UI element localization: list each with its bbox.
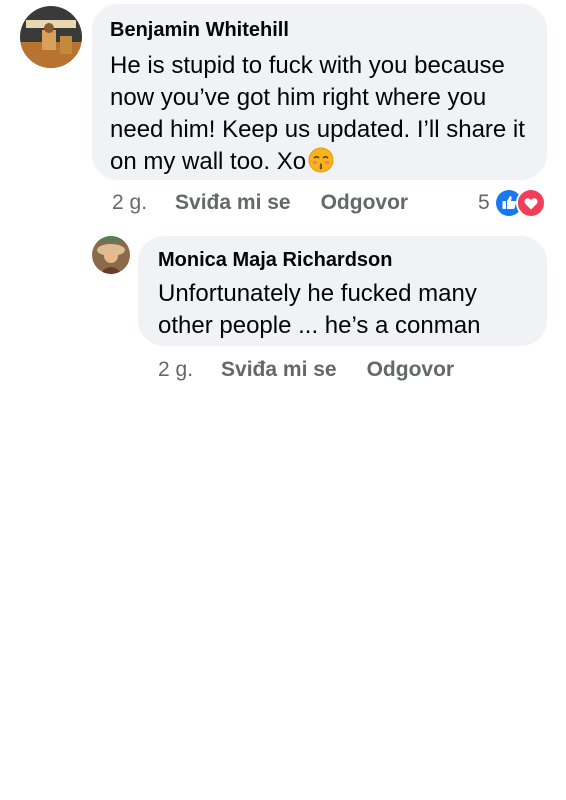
kissing-face-emoji-icon <box>308 147 334 173</box>
reply-like-button[interactable]: Sviđa mi se <box>221 358 337 382</box>
reply-actions: 2 g. Sviđa mi se Odgovor <box>158 355 454 385</box>
avatar-benjamin[interactable] <box>20 6 82 68</box>
avatar-image <box>20 6 82 68</box>
comment-reply-button[interactable]: Odgovor <box>321 191 409 215</box>
comment-author[interactable]: Benjamin Whitehill <box>110 18 529 42</box>
reply-text: Unfortunately he fucked many other peopl… <box>158 280 481 339</box>
reaction-count: 5 <box>478 191 490 214</box>
comment-actions: 2 g. Sviđa mi se Odgovor <box>112 188 408 218</box>
comment-text: He is stupid to fuck with you because no… <box>110 52 525 175</box>
reply-bubble: Monica Maja Richardson Unfortunately he … <box>138 236 547 346</box>
comment-time[interactable]: 2 g. <box>112 191 147 215</box>
reply-reply-button[interactable]: Odgovor <box>367 358 455 382</box>
reply-author[interactable]: Monica Maja Richardson <box>158 248 529 272</box>
comment-reactions[interactable]: 5 <box>478 188 546 218</box>
comment-bubble: Benjamin Whitehill He is stupid to fuck … <box>92 4 547 180</box>
comment-like-button[interactable]: Sviđa mi se <box>175 191 291 215</box>
avatar-monica[interactable] <box>92 236 130 274</box>
reply-time[interactable]: 2 g. <box>158 358 193 382</box>
heart-icon <box>515 188 546 218</box>
avatar-image <box>92 236 130 274</box>
